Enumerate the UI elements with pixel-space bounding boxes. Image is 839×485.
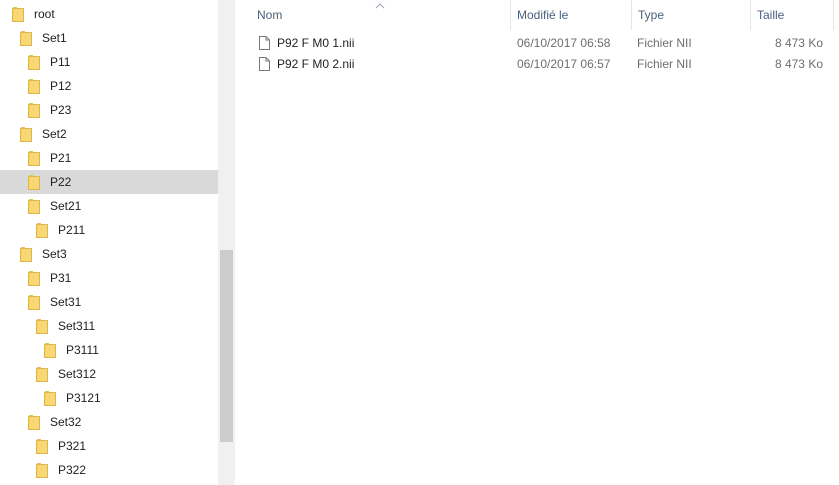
file-size: 8 473 Ko <box>774 57 823 71</box>
file-row[interactable]: P92 F M0 2.nii 06/10/2017 06:57 Fichier … <box>235 54 839 75</box>
folder-icon <box>44 390 56 406</box>
tree-item-set1[interactable]: Set1 <box>0 26 218 50</box>
tree-item-label: root <box>34 7 55 21</box>
tree-item-label: P11 <box>50 55 71 69</box>
file-type: Fichier NII <box>637 57 692 71</box>
folder-icon <box>28 174 40 190</box>
tree-item-p11[interactable]: P11 <box>0 50 218 74</box>
tree-item-label: Set21 <box>50 199 82 213</box>
tree-item-label: P321 <box>58 439 87 453</box>
folder-icon <box>28 78 40 94</box>
tree-item-p23[interactable]: P23 <box>0 98 218 122</box>
tree-item-label: P12 <box>50 79 72 93</box>
folder-icon <box>20 246 32 262</box>
folder-icon <box>36 462 48 478</box>
column-header-name[interactable]: Nom <box>251 0 510 30</box>
file-list-pane: Nom Modifié le Type Taille P92 F M0 1.ni… <box>235 0 839 485</box>
tree-item-p211[interactable]: P211 <box>0 218 218 242</box>
tree-item-label: P3121 <box>66 391 101 405</box>
tree-item-set21[interactable]: Set21 <box>0 194 218 218</box>
navigation-pane: root Set1 P11 P12 P23 Set2 P21 P22 Set21 P211 Set3… <box>0 0 218 485</box>
file-type: Fichier NII <box>637 36 692 50</box>
tree-item-p22[interactable]: P22 <box>0 170 218 194</box>
folder-icon <box>28 102 40 118</box>
folder-icon <box>20 126 32 142</box>
tree-item-label: Set311 <box>58 319 96 333</box>
tree-item-label: P21 <box>50 151 72 165</box>
tree-item-p31[interactable]: P31 <box>0 266 218 290</box>
column-header-modified[interactable]: Modifié le <box>511 0 631 30</box>
tree-item-label: Set3 <box>42 247 67 261</box>
tree-item-label: P31 <box>50 271 72 285</box>
column-header-type[interactable]: Type <box>632 0 750 30</box>
file-modified: 06/10/2017 06:58 <box>517 36 611 50</box>
tree-item-p3111[interactable]: P3111 <box>0 338 218 362</box>
tree-item-set312[interactable]: Set312 <box>0 362 218 386</box>
navigation-scrollbar[interactable] <box>218 0 235 485</box>
tree-item-set3[interactable]: Set3 <box>0 242 218 266</box>
file-row[interactable]: P92 F M0 1.nii 06/10/2017 06:58 Fichier … <box>235 33 839 54</box>
tree-item-label: Set2 <box>42 127 67 141</box>
folder-icon <box>12 6 24 22</box>
tree-item-label: P322 <box>58 463 87 477</box>
tree-item-label: P23 <box>50 103 72 117</box>
folder-icon <box>44 342 56 358</box>
folder-icon <box>28 270 40 286</box>
tree-item-p321[interactable]: P321 <box>0 434 218 458</box>
tree-item-label: P22 <box>50 175 72 189</box>
file-icon <box>259 57 270 71</box>
folder-icon <box>36 318 48 334</box>
column-header-row: Nom Modifié le Type Taille <box>235 0 839 30</box>
tree-item-label: P3111 <box>66 343 99 357</box>
file-explorer: root Set1 P11 P12 P23 Set2 P21 P22 Set21 P211 Set3… <box>0 0 839 485</box>
folder-icon <box>36 366 48 382</box>
file-icon <box>259 36 270 50</box>
folder-icon <box>28 150 40 166</box>
tree-item-set2[interactable]: Set2 <box>0 122 218 146</box>
file-modified: 06/10/2017 06:57 <box>517 57 611 71</box>
file-name: P92 F M0 2.nii <box>277 57 355 71</box>
tree-item-set311[interactable]: Set311 <box>0 314 218 338</box>
tree-item-p322[interactable]: P322 <box>0 458 218 482</box>
tree-item-label: Set1 <box>42 31 67 45</box>
tree-item-label: Set31 <box>50 295 82 309</box>
tree-item-label: Set312 <box>58 367 97 381</box>
folder-icon <box>28 198 40 214</box>
file-name: P92 F M0 1.nii <box>277 36 355 50</box>
tree-item-root[interactable]: root <box>0 2 218 26</box>
folder-icon <box>28 414 40 430</box>
tree-item-p3121[interactable]: P3121 <box>0 386 218 410</box>
tree-item-label: Set32 <box>50 415 82 429</box>
tree-item-label: P211 <box>58 223 86 237</box>
column-separator[interactable] <box>833 0 834 30</box>
folder-icon <box>28 54 40 70</box>
folder-icon <box>28 294 40 310</box>
column-header-size[interactable]: Taille <box>751 0 833 30</box>
tree-item-set32[interactable]: Set32 <box>0 410 218 434</box>
file-size: 8 473 Ko <box>774 36 823 50</box>
folder-icon <box>36 222 48 238</box>
tree-item-set31[interactable]: Set31 <box>0 290 218 314</box>
tree-item-p12[interactable]: P12 <box>0 74 218 98</box>
folder-icon <box>36 438 48 454</box>
scrollbar-thumb[interactable] <box>220 250 233 442</box>
folder-icon <box>20 30 32 46</box>
tree-item-p21[interactable]: P21 <box>0 146 218 170</box>
